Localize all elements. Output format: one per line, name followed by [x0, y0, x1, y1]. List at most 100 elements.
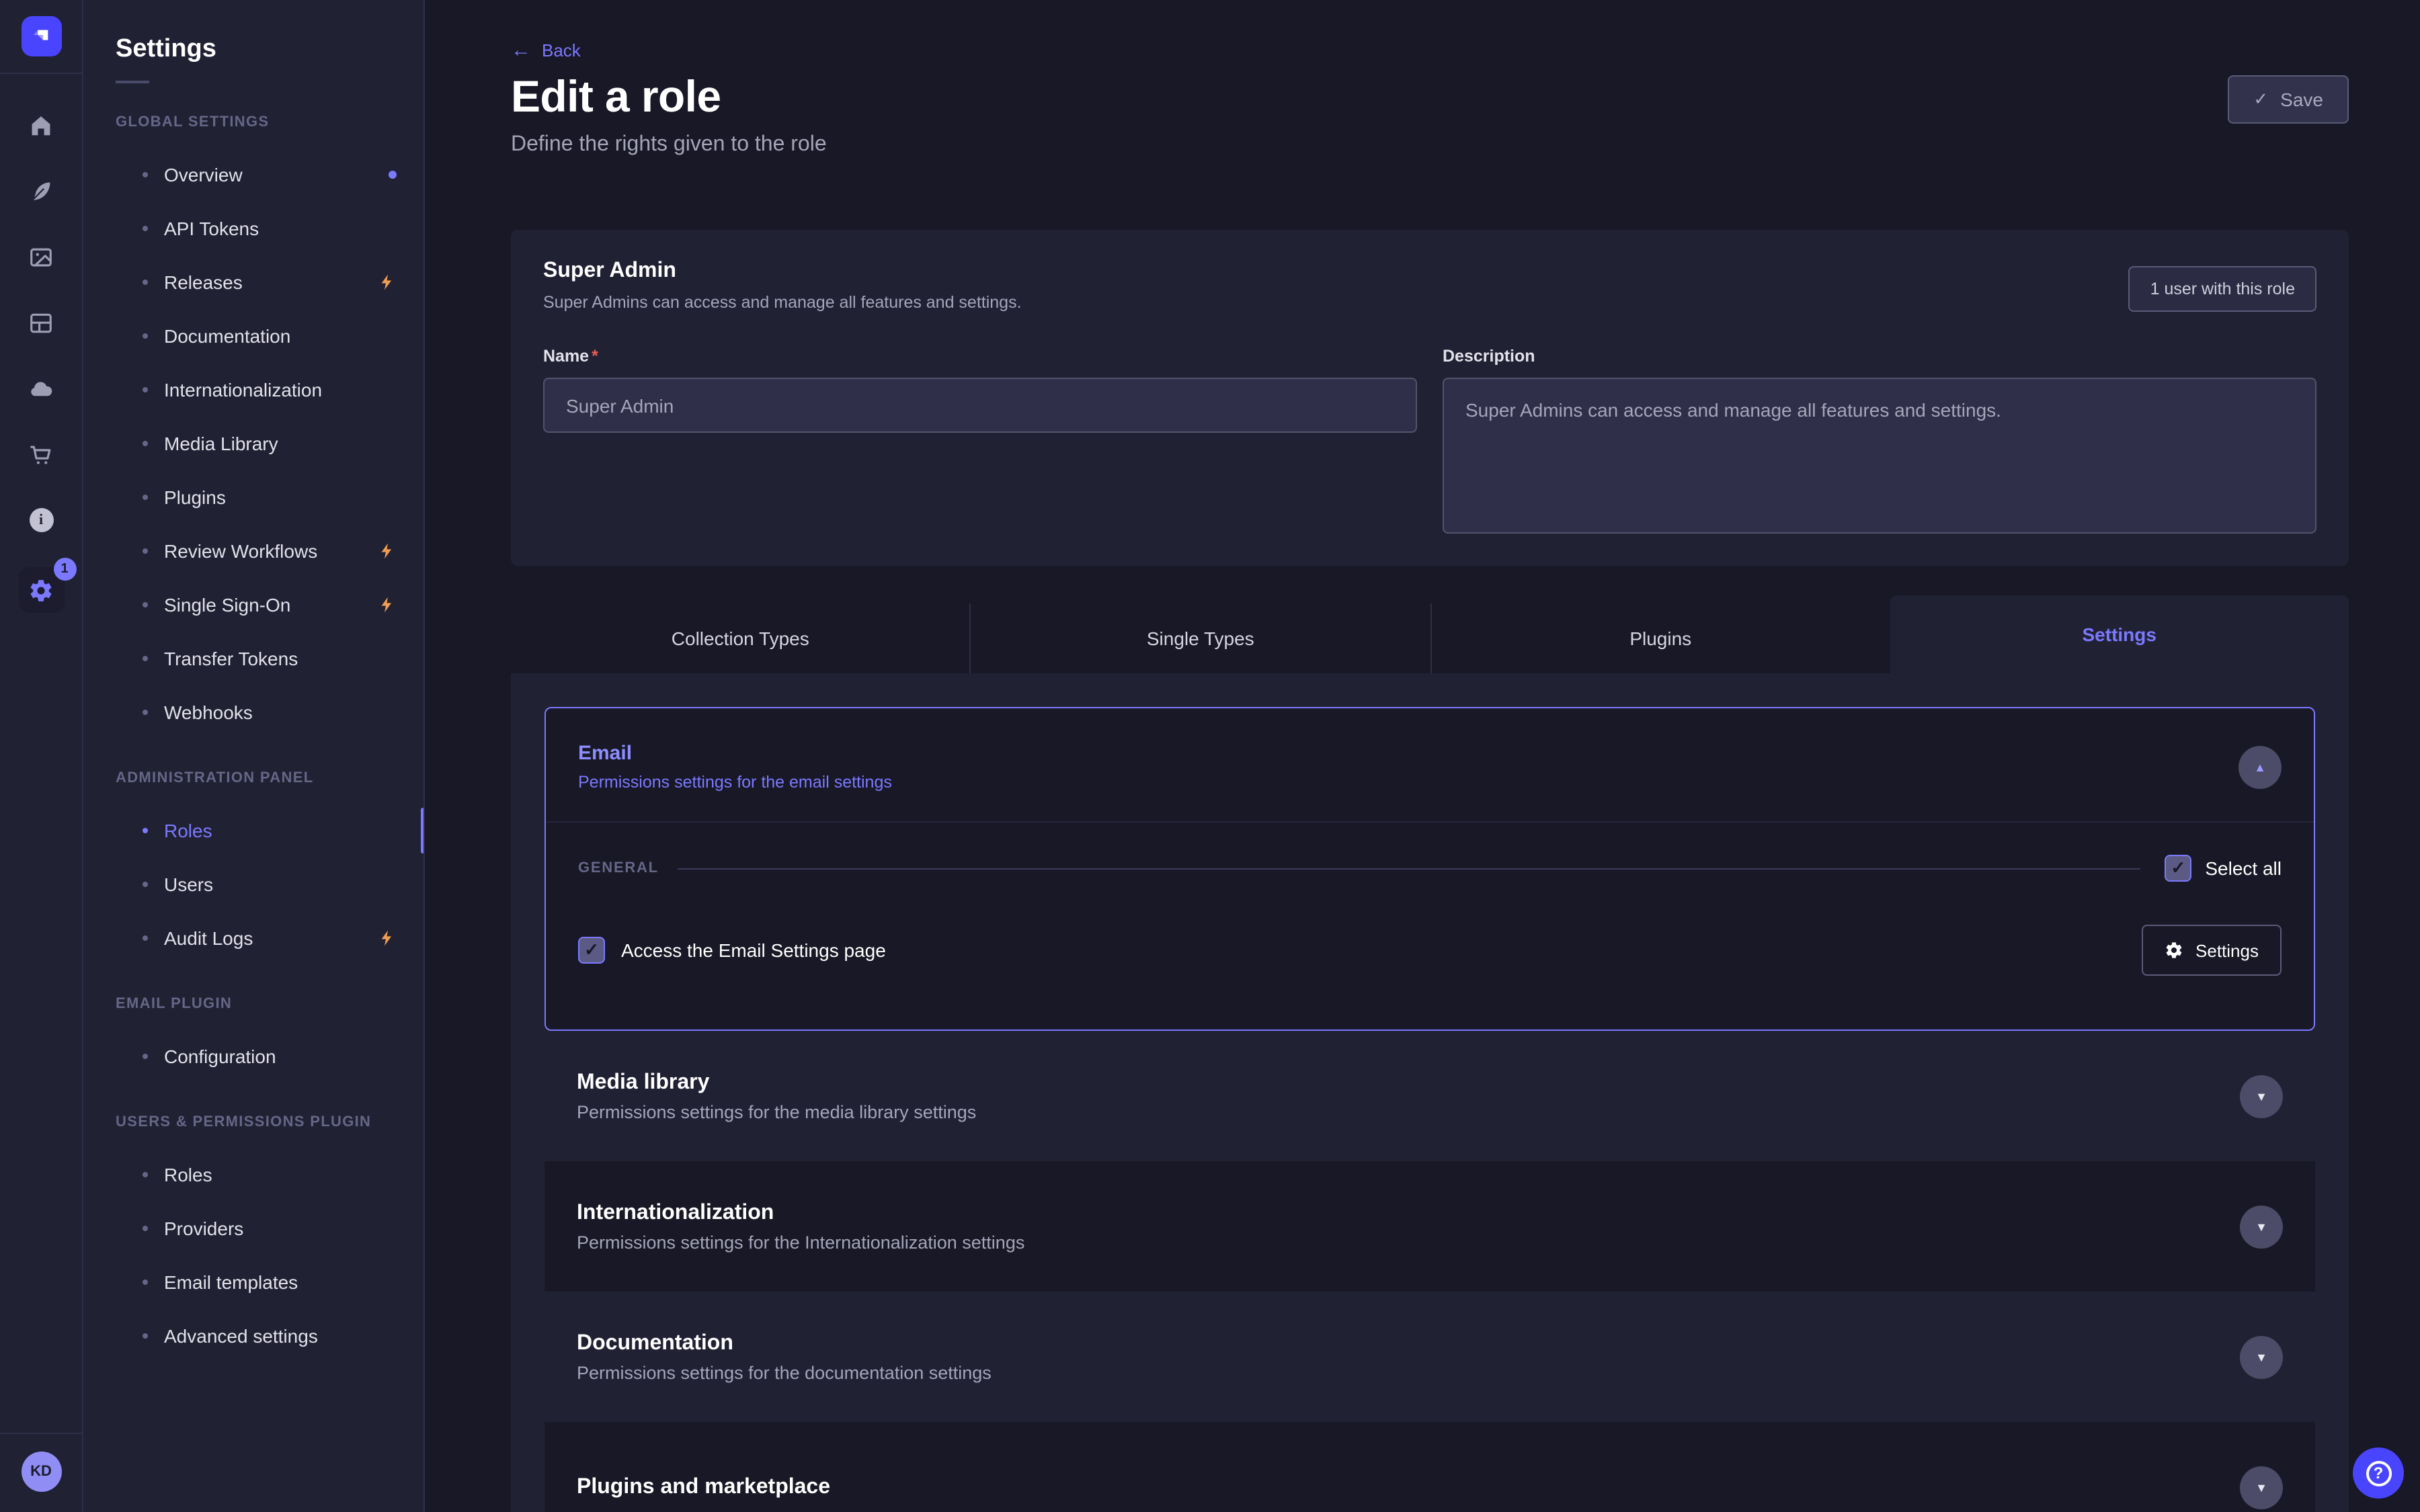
users-with-role-button[interactable]: 1 user with this role [2129, 266, 2316, 312]
back-link[interactable]: ← Back [511, 40, 581, 60]
role-details-card: Super Admin Super Admins can access and … [511, 230, 2349, 566]
settings-notification-badge: 1 [53, 558, 76, 581]
expand-accordion-button[interactable]: ▼ [2240, 1335, 2283, 1378]
sidebar-item-users[interactable]: Users [83, 857, 424, 911]
main-content: ← Back Edit a role ✓ Save Define the rig… [425, 0, 2420, 1512]
sidebar-item-review-workflows[interactable]: Review Workflows [83, 524, 424, 578]
accordion-title: Internationalization [577, 1201, 1024, 1225]
chevron-down-icon: ▼ [2255, 1480, 2267, 1494]
sidebar-item-advanced-settings[interactable]: Advanced settings [83, 1309, 424, 1363]
page-subtitle: Define the rights given to the role [511, 133, 2349, 157]
sidebar-item-internationalization[interactable]: Internationalization [83, 363, 424, 417]
sidebar-item-single-sign-on[interactable]: Single Sign-On [83, 578, 424, 632]
accordion-subtitle: Permissions settings for the email setti… [578, 773, 892, 792]
sidebar-item-email-templates[interactable]: Email templates [83, 1255, 424, 1309]
select-all-label: Select all [2205, 857, 2282, 879]
permission-checkbox[interactable]: ✓ [578, 937, 605, 964]
rail-divider [0, 1433, 83, 1434]
strapi-logo[interactable] [21, 16, 61, 56]
tab-single-types[interactable]: Single Types [971, 603, 1432, 673]
chevron-up-icon: ▲ [2254, 760, 2266, 773]
check-icon: ✓ [2171, 857, 2185, 879]
description-field[interactable]: Super Admins can access and manage all f… [1443, 378, 2316, 534]
section-email-plugin: EMAIL PLUGIN Configuration [83, 989, 424, 1083]
cart-icon[interactable] [22, 435, 60, 473]
rail-bottom: KD [0, 1433, 82, 1512]
accordion-subtitle: Permissions settings for the Internation… [577, 1232, 1024, 1252]
section-global-settings: GLOBAL SETTINGS Overview API Tokens Rele… [83, 108, 424, 739]
chevron-down-icon: ▼ [2255, 1089, 2267, 1103]
name-field-group: Name* [543, 344, 1417, 534]
sidebar-item-media-library[interactable]: Media Library [83, 417, 424, 470]
home-icon[interactable] [22, 106, 60, 144]
required-mark: * [592, 347, 598, 366]
description-label: Description [1443, 347, 1535, 366]
tab-settings[interactable]: Settings [1890, 595, 2349, 673]
expand-accordion-button[interactable]: ▼ [2240, 1205, 2283, 1248]
main-nav-rail: i 1 KD [0, 0, 83, 1512]
sidebar-item-releases[interactable]: Releases [83, 255, 424, 309]
strapi-admin-app: i 1 KD Settings GLOBAL SETTINGS Overview [0, 0, 2420, 1512]
role-summary: Super Admins can access and manage all f… [543, 293, 1022, 312]
accordion-media-library[interactable]: Media library Permissions settings for t… [544, 1031, 2315, 1161]
help-button[interactable]: ? [2353, 1447, 2404, 1499]
sidebar-item-overview[interactable]: Overview [83, 148, 424, 202]
avatar[interactable]: KD [21, 1452, 61, 1492]
permission-label: Access the Email Settings page [621, 939, 886, 961]
strapi-logo-icon [28, 23, 54, 50]
name-field[interactable] [543, 378, 1417, 433]
expand-accordion-button[interactable]: ▼ [2240, 1466, 2283, 1509]
accordion-subtitle: Permissions settings for the documentati… [577, 1362, 992, 1382]
rail-icon-list: i 1 [18, 106, 64, 613]
save-label: Save [2280, 89, 2323, 110]
sidebar-item-providers[interactable]: Providers [83, 1202, 424, 1255]
description-field-group: Description Super Admins can access and … [1443, 344, 2316, 534]
chevron-down-icon: ▼ [2255, 1220, 2267, 1233]
sidebar-item-roles-admin[interactable]: Roles [83, 804, 424, 857]
tab-plugins[interactable]: Plugins [1431, 603, 1890, 673]
lightning-icon [378, 542, 397, 560]
permission-settings-button[interactable]: Settings [2142, 925, 2282, 976]
back-label: Back [542, 40, 581, 60]
accordion-plugins-marketplace[interactable]: Plugins and marketplace ▼ [544, 1422, 2315, 1512]
subnav-title-divider [116, 81, 149, 83]
page-header: Edit a role ✓ Save [511, 71, 2349, 124]
role-form-fields: Name* Description Super Admins can acces… [543, 344, 2316, 534]
section-divider [678, 868, 2140, 869]
accordion-email-body: GENERAL ✓ Select all ✓ Access the Email … [546, 821, 2314, 1030]
sidebar-item-webhooks[interactable]: Webhooks [83, 685, 424, 739]
sidebar-item-api-tokens[interactable]: API Tokens [83, 202, 424, 255]
tab-collection-types[interactable]: Collection Types [511, 603, 971, 673]
accordion-documentation[interactable]: Documentation Permissions settings for t… [544, 1292, 2315, 1422]
save-button[interactable]: ✓ Save [2228, 75, 2349, 124]
role-name: Super Admin [543, 259, 1022, 284]
accordion-email-header[interactable]: Email Permissions settings for the email… [546, 708, 2314, 821]
settings-permissions-panel: Email Permissions settings for the email… [511, 673, 2349, 1512]
accordion-internationalization[interactable]: Internationalization Permissions setting… [544, 1161, 2315, 1292]
images-icon[interactable] [22, 238, 60, 276]
sidebar-item-configuration[interactable]: Configuration [83, 1030, 424, 1083]
layout-icon[interactable] [22, 304, 60, 341]
collapse-accordion-button[interactable]: ▲ [2238, 745, 2282, 788]
lightning-icon [378, 273, 397, 292]
sidebar-item-transfer-tokens[interactable]: Transfer Tokens [83, 632, 424, 685]
name-label: Name* [543, 347, 598, 366]
check-icon: ✓ [584, 939, 599, 961]
section-label: USERS & PERMISSIONS PLUGIN [116, 1107, 424, 1137]
expand-accordion-button[interactable]: ▼ [2240, 1075, 2283, 1118]
cloud-icon[interactable] [22, 370, 60, 407]
rail-divider [0, 73, 83, 74]
general-section-label: GENERAL [578, 860, 659, 876]
accordion-title: Email [578, 742, 892, 765]
subnav-title: Settings [116, 35, 424, 65]
feather-icon[interactable] [22, 172, 60, 210]
accordion-email: Email Permissions settings for the email… [544, 707, 2315, 1031]
sidebar-item-documentation[interactable]: Documentation [83, 309, 424, 363]
section-label: EMAIL PLUGIN [116, 989, 424, 1019]
sidebar-item-audit-logs[interactable]: Audit Logs [83, 911, 424, 965]
gear-icon[interactable]: 1 [18, 567, 64, 613]
select-all-checkbox[interactable]: ✓ [2165, 855, 2191, 882]
sidebar-item-roles-up[interactable]: Roles [83, 1148, 424, 1202]
sidebar-item-plugins[interactable]: Plugins [83, 470, 424, 524]
info-icon[interactable]: i [22, 501, 60, 539]
